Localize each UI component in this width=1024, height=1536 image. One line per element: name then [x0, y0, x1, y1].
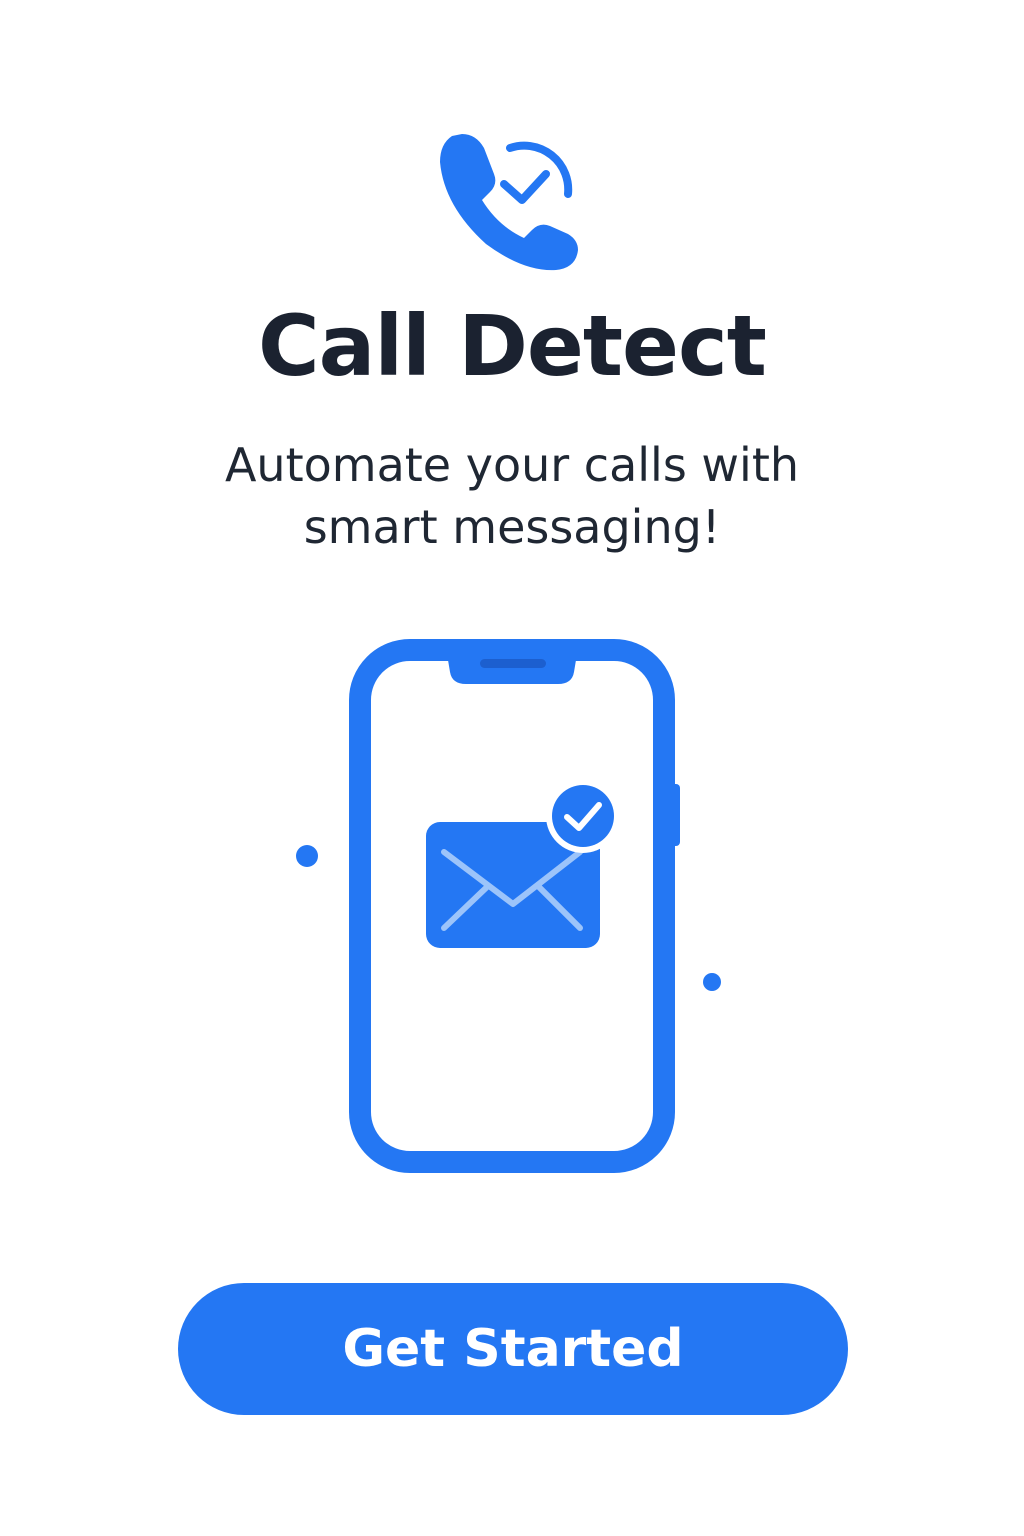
decorative-dot-left	[296, 845, 318, 867]
tagline-line-1: Automate your calls with	[224, 438, 800, 492]
get-started-button[interactable]: Get Started	[178, 1283, 848, 1415]
onboarding-screen: Call Detect Automate your calls with sma…	[0, 0, 1024, 1536]
tagline: Automate your calls with smart messaging…	[0, 434, 1024, 558]
phone-check-icon	[440, 134, 578, 271]
checkmark-icon	[546, 779, 620, 853]
decorative-dot-right	[703, 973, 721, 991]
app-title: Call Detect	[258, 297, 767, 395]
tagline-line-2: smart messaging!	[303, 500, 721, 554]
phone-illustration	[296, 639, 721, 1173]
